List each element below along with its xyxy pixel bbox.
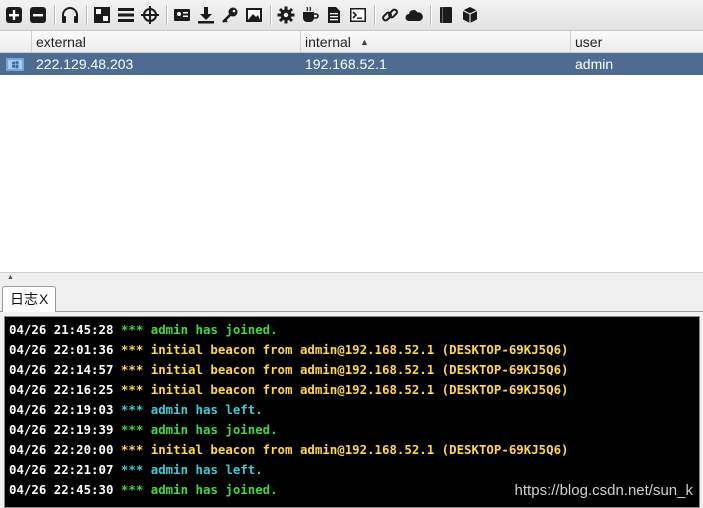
- watermark: https://blog.csdn.net/sun_k: [514, 482, 693, 499]
- toolbar-separator: [54, 5, 55, 25]
- sessions-table: external internal ▲ user 222.129.48.203 1…: [0, 31, 703, 272]
- log-line: 04/26 22:14:57 *** initial beacon from a…: [5, 360, 699, 380]
- log-message-segment: (DESKTOP-69KJ5Q6): [434, 382, 569, 397]
- book-icon[interactable]: [435, 4, 457, 26]
- log-message-segment: ***: [113, 482, 151, 497]
- headphones-icon[interactable]: [59, 4, 81, 26]
- log-message-segment: admin: [150, 482, 189, 497]
- console-icon[interactable]: [347, 4, 369, 26]
- log-message-segment: ***: [113, 322, 151, 337]
- tab-log[interactable]: 日志 X: [2, 286, 57, 313]
- tab-bar: 日志 X: [0, 282, 703, 313]
- pivot-graph-icon[interactable]: [91, 4, 113, 26]
- log-timestamp: 04/26 22:45:30: [9, 482, 114, 497]
- toolbar-separator: [166, 5, 167, 25]
- log-message-segment: admin@192.168.52.1: [299, 442, 435, 457]
- log-message-segment: *** initial beacon from: [113, 362, 300, 377]
- log-message-segment: (DESKTOP-69KJ5Q6): [434, 362, 569, 377]
- log-line: 04/26 22:01:36 *** initial beacon from a…: [5, 340, 699, 360]
- download-icon[interactable]: [195, 4, 217, 26]
- log-message-segment: has left.: [188, 402, 263, 417]
- settings-icon[interactable]: [275, 4, 297, 26]
- column-header-internal[interactable]: internal ▲: [301, 31, 571, 53]
- log-message-segment: admin@192.168.52.1: [299, 362, 435, 377]
- cell-internal: 192.168.52.1: [305, 56, 387, 72]
- log-message-segment: admin: [150, 422, 189, 437]
- toolbar: [0, 0, 703, 31]
- log-message-segment: admin@192.168.52.1: [299, 382, 435, 397]
- log-timestamp: 04/26 22:20:00: [9, 442, 114, 457]
- log-message-segment: (DESKTOP-69KJ5Q6): [434, 442, 569, 457]
- console-pane: 04/26 21:45:28 *** admin has joined. 04/2…: [0, 312, 703, 508]
- column-header-user[interactable]: user: [571, 31, 703, 53]
- pane-splitter[interactable]: ▲▼: [0, 272, 703, 290]
- tab-log-label: 日志: [10, 291, 38, 307]
- cell-user: admin: [575, 56, 614, 72]
- log-timestamp: 04/26 22:21:07: [9, 462, 114, 477]
- log-message-segment: has left.: [188, 462, 263, 477]
- log-message-segment: admin: [150, 322, 189, 337]
- log-line: 04/26 22:20:00 *** initial beacon from a…: [5, 440, 699, 460]
- log-message-segment: ***: [113, 462, 151, 477]
- key-icon[interactable]: [219, 4, 241, 26]
- cloud-icon[interactable]: [403, 4, 425, 26]
- log-timestamp: 04/26 21:45:28: [9, 322, 114, 337]
- log-line: 04/26 22:19:39 *** admin has joined.: [5, 420, 699, 440]
- log-timestamp: 04/26 22:16:25: [9, 382, 114, 397]
- log-message-segment: admin: [150, 462, 189, 477]
- log-message-segment: *** initial beacon from: [113, 342, 300, 357]
- minus-icon[interactable]: [27, 4, 49, 26]
- target-icon[interactable]: [139, 4, 161, 26]
- screenshot-icon[interactable]: [243, 4, 265, 26]
- plus-icon[interactable]: [3, 4, 25, 26]
- log-message-segment: has joined.: [188, 422, 278, 437]
- log-timestamp: 04/26 22:19:03: [9, 402, 114, 417]
- table-row[interactable]: 222.129.48.203 192.168.52.1 admin: [0, 53, 703, 75]
- log-line: 04/26 22:19:03 *** admin has left.: [5, 400, 699, 420]
- credentials-icon[interactable]: [171, 4, 193, 26]
- log-message-segment: *** initial beacon from: [113, 442, 300, 457]
- link-icon[interactable]: [379, 4, 401, 26]
- column-header-internal-label: internal: [305, 34, 351, 50]
- log-line: 04/26 22:21:07 *** admin has left.: [5, 460, 699, 480]
- log-timestamp: 04/26 22:14:57: [9, 362, 114, 377]
- tab-close-button[interactable]: X: [39, 287, 48, 312]
- toolbar-separator: [430, 5, 431, 25]
- coffee-icon[interactable]: [299, 4, 321, 26]
- log-line: 04/26 21:45:28 *** admin has joined.: [5, 320, 699, 340]
- list-view-icon[interactable]: [115, 4, 137, 26]
- cell-external: 222.129.48.203: [36, 56, 134, 72]
- toolbar-separator: [270, 5, 271, 25]
- log-message-segment: ***: [113, 422, 151, 437]
- column-header-icon[interactable]: [0, 31, 32, 53]
- log-message-segment: admin: [150, 402, 189, 417]
- log-message-segment: (DESKTOP-69KJ5Q6): [434, 342, 569, 357]
- log-message-segment: has joined.: [188, 482, 278, 497]
- log-message-segment: admin@192.168.52.1: [299, 342, 435, 357]
- log-message-segment: *** initial beacon from: [113, 382, 300, 397]
- table-header: external internal ▲ user: [0, 31, 703, 53]
- event-log-console[interactable]: 04/26 21:45:28 *** admin has joined. 04/2…: [4, 316, 700, 508]
- toolbar-separator: [86, 5, 87, 25]
- package-icon[interactable]: [459, 4, 481, 26]
- document-icon[interactable]: [323, 4, 345, 26]
- column-header-external[interactable]: external: [32, 31, 301, 53]
- log-timestamp: 04/26 22:01:36: [9, 342, 114, 357]
- log-timestamp: 04/26 22:19:39: [9, 422, 114, 437]
- log-message-segment: has joined.: [188, 322, 278, 337]
- log-message-segment: ***: [113, 402, 151, 417]
- log-line: 04/26 22:16:25 *** initial beacon from a…: [5, 380, 699, 400]
- sort-ascending-icon: ▲: [360, 37, 369, 47]
- toolbar-separator: [374, 5, 375, 25]
- windows-icon: [0, 53, 32, 75]
